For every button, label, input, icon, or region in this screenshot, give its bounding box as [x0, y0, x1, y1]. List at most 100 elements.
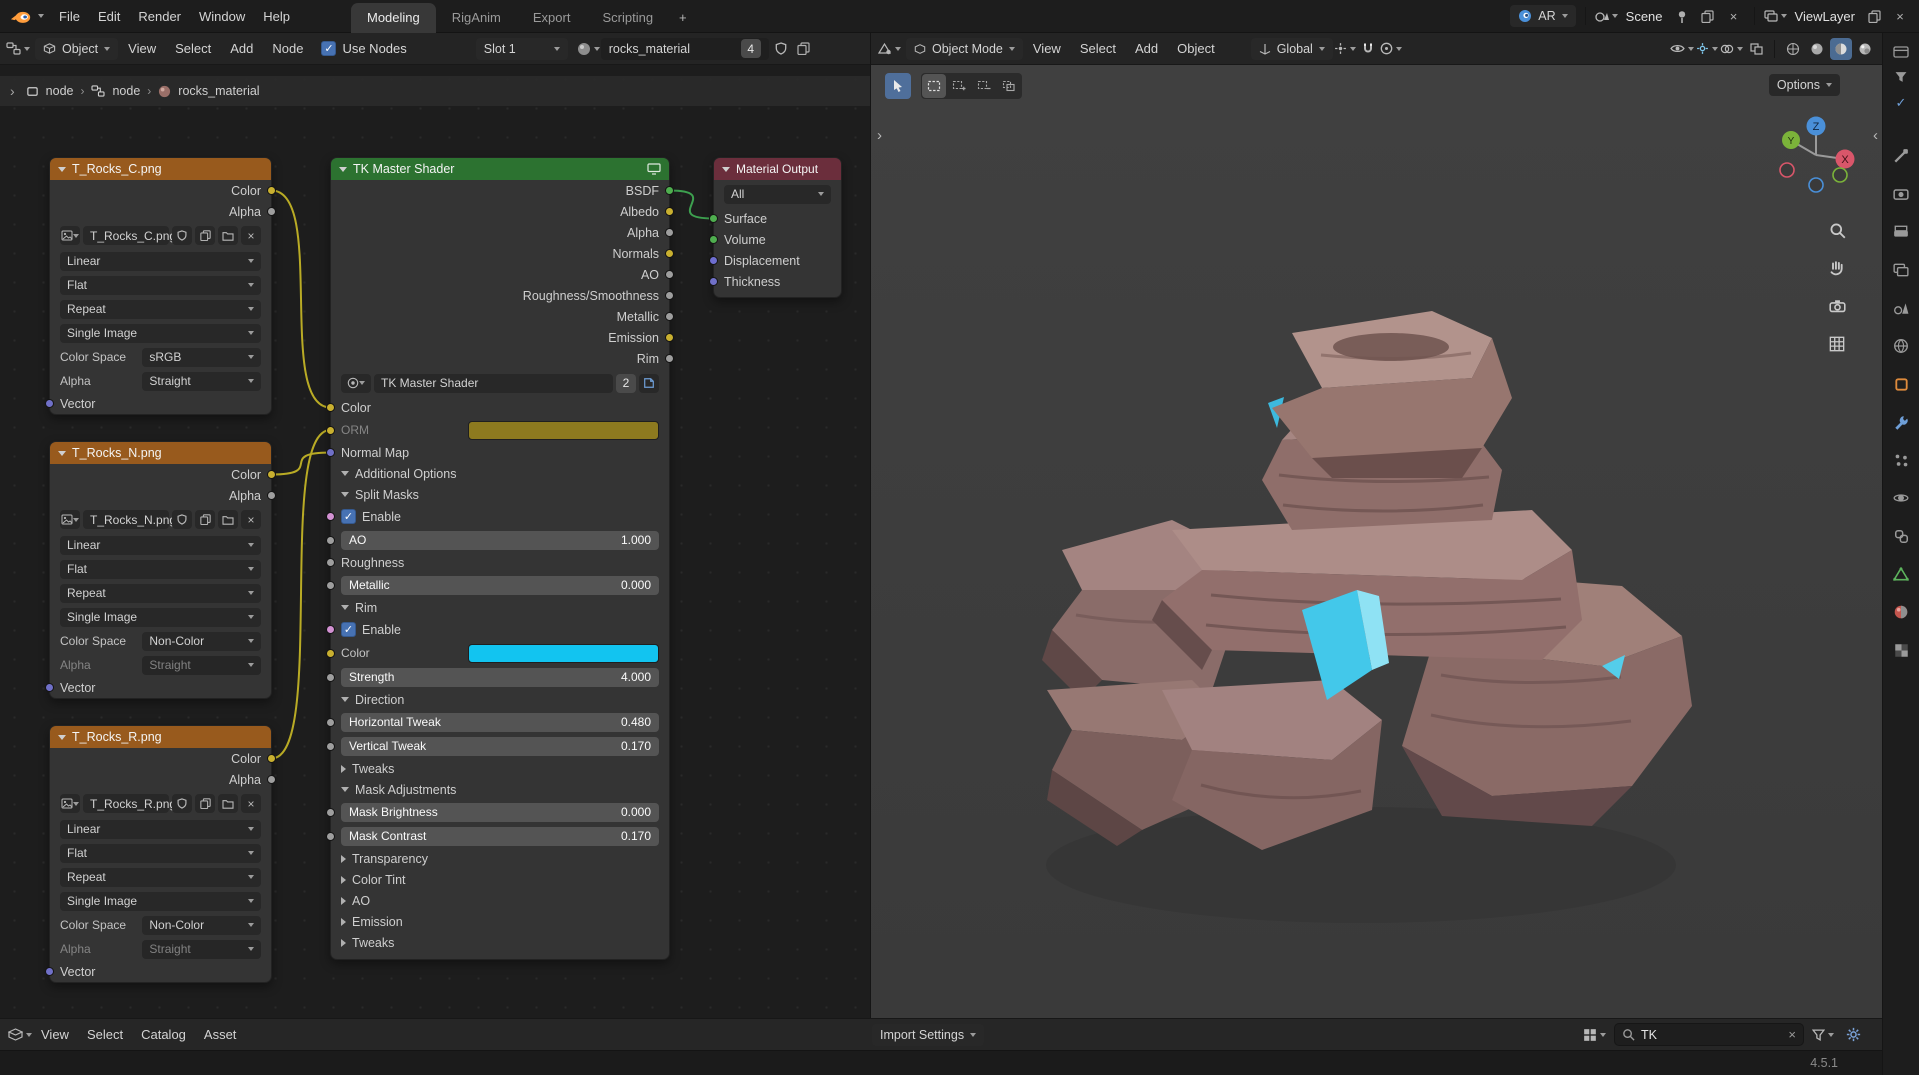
menu-add[interactable]: Add: [1126, 36, 1167, 62]
tab-scene[interactable]: [1889, 297, 1913, 319]
mask-contrast-slider[interactable]: Mask Contrast0.170: [341, 827, 659, 846]
shader-type-select[interactable]: Object: [35, 38, 118, 60]
material-output-node[interactable]: Material Output All Surface Volume Displ…: [713, 157, 842, 298]
menu-edit[interactable]: Edit: [89, 3, 129, 29]
ao-output-socket[interactable]: [665, 270, 674, 279]
browse-group-button[interactable]: [341, 374, 371, 393]
workspace-switch[interactable]: AR: [1510, 5, 1575, 27]
group-users-count[interactable]: 2: [616, 374, 636, 393]
enable-checkbox[interactable]: ✓: [341, 509, 356, 524]
vector-input-socket[interactable]: [45, 399, 54, 408]
node-header[interactable]: T_Rocks_C.png: [50, 158, 271, 180]
search-input[interactable]: [1641, 1028, 1782, 1042]
ao-slider[interactable]: AO1.000: [341, 531, 659, 550]
tab-world[interactable]: [1889, 335, 1913, 357]
extension-select[interactable]: Repeat: [60, 584, 261, 603]
bsdf-output-socket[interactable]: [665, 186, 674, 195]
thickness-input-socket[interactable]: [709, 277, 718, 286]
roughness-output-socket[interactable]: [665, 291, 674, 300]
color-output-socket[interactable]: [267, 186, 276, 195]
toolbar-expander[interactable]: ›: [10, 83, 15, 99]
gizmos-button[interactable]: [1696, 38, 1718, 60]
shading-material-button[interactable]: [1830, 38, 1852, 60]
transform-orientation-select[interactable]: Global: [1251, 38, 1333, 60]
normals-output-socket[interactable]: [665, 249, 674, 258]
toolbar-expander[interactable]: ›: [877, 127, 882, 144]
rim-output-socket[interactable]: [665, 354, 674, 363]
editor-type-button[interactable]: [8, 1024, 32, 1046]
zoom-button[interactable]: [1822, 215, 1852, 245]
strength-input-socket[interactable]: [326, 673, 335, 682]
section-transparency[interactable]: Transparency: [331, 848, 669, 869]
app-menu-chevron-icon[interactable]: [38, 14, 44, 18]
orm-input-socket[interactable]: [326, 426, 335, 435]
vector-input-socket[interactable]: [45, 967, 54, 976]
metallic-input-socket[interactable]: [326, 581, 335, 590]
visibility-button[interactable]: [1670, 38, 1694, 60]
node-header[interactable]: T_Rocks_R.png: [50, 726, 271, 748]
select-mode-extend-button[interactable]: [947, 74, 971, 98]
breadcrumb-object[interactable]: node: [46, 84, 74, 98]
open-image-button[interactable]: [218, 510, 238, 529]
editor-type-button[interactable]: [877, 38, 901, 60]
select-mode-new-button[interactable]: [922, 74, 946, 98]
menu-select[interactable]: Select: [166, 36, 220, 62]
collapse-icon[interactable]: [339, 167, 347, 172]
tab-render[interactable]: [1889, 183, 1913, 205]
clear-search-button[interactable]: ×: [1788, 1027, 1796, 1042]
normal-map-input-socket[interactable]: [326, 448, 335, 457]
shading-rendered-button[interactable]: [1854, 38, 1876, 60]
active-tool-button[interactable]: [885, 73, 911, 99]
menu-asset[interactable]: Asset: [195, 1022, 246, 1048]
interpolation-select[interactable]: Linear: [60, 820, 261, 839]
shading-solid-button[interactable]: [1806, 38, 1828, 60]
section-color-tint[interactable]: Color Tint: [331, 869, 669, 890]
tab-material[interactable]: [1889, 601, 1913, 623]
image-name-field[interactable]: T_Rocks_C.png: [83, 226, 169, 245]
snap-toggle[interactable]: [1357, 38, 1379, 60]
alpha-output-socket[interactable]: [665, 228, 674, 237]
image-texture-node[interactable]: T_Rocks_N.png Color Alpha T_Rocks_N.png …: [49, 441, 272, 699]
menu-node[interactable]: Node: [263, 36, 312, 62]
rock-model[interactable]: [1021, 295, 1711, 965]
metallic-output-socket[interactable]: [665, 312, 674, 321]
mask-brightness-socket[interactable]: [326, 808, 335, 817]
mode-select[interactable]: Object Mode: [906, 38, 1023, 60]
alpha-mode-select[interactable]: Straight: [142, 940, 261, 959]
tab-modeling[interactable]: Modeling: [351, 3, 436, 33]
asset-search[interactable]: ×: [1614, 1023, 1804, 1046]
remove-view-layer-button[interactable]: ×: [1889, 5, 1911, 27]
tab-object-data[interactable]: [1889, 563, 1913, 585]
camera-view-button[interactable]: [1822, 291, 1852, 321]
mask-brightness-slider[interactable]: Mask Brightness0.000: [341, 803, 659, 822]
fake-user-button[interactable]: [172, 226, 192, 245]
menu-catalog[interactable]: Catalog: [132, 1022, 195, 1048]
orientation-gizmo[interactable]: Z Y X: [1774, 113, 1858, 197]
vertical-tweak-slider[interactable]: Vertical Tweak0.170: [341, 737, 659, 756]
tab-riganim[interactable]: RigAnim: [436, 3, 517, 33]
image-name-field[interactable]: T_Rocks_N.png: [83, 510, 169, 529]
rim-color-input-socket[interactable]: [326, 649, 335, 658]
orm-swatch[interactable]: [468, 421, 659, 440]
settings-button[interactable]: [1842, 1024, 1864, 1046]
color-output-socket[interactable]: [267, 470, 276, 479]
use-nodes-toggle[interactable]: ✓ Use Nodes: [321, 41, 406, 56]
tab-texture[interactable]: [1889, 639, 1913, 661]
section-split-masks[interactable]: Split Masks: [331, 484, 669, 505]
menu-view[interactable]: View: [1024, 36, 1070, 62]
strength-slider[interactable]: Strength4.000: [341, 668, 659, 687]
menu-help[interactable]: Help: [254, 3, 299, 29]
alpha-output-socket[interactable]: [267, 775, 276, 784]
image-name-field[interactable]: T_Rocks_R.png: [83, 794, 169, 813]
pin-scene-button[interactable]: [1671, 5, 1693, 27]
vertical-tweak-socket[interactable]: [326, 742, 335, 751]
section-additional-options[interactable]: Additional Options: [331, 463, 669, 484]
new-image-button[interactable]: [195, 794, 215, 813]
fake-user-button[interactable]: [172, 510, 192, 529]
menu-object[interactable]: Object: [1168, 36, 1224, 62]
tab-export[interactable]: Export: [517, 3, 587, 33]
node-header[interactable]: TK Master Shader: [331, 158, 669, 180]
interpolation-select[interactable]: Linear: [60, 536, 261, 555]
tab-physics[interactable]: [1889, 487, 1913, 509]
enable-input-socket[interactable]: [326, 512, 335, 521]
